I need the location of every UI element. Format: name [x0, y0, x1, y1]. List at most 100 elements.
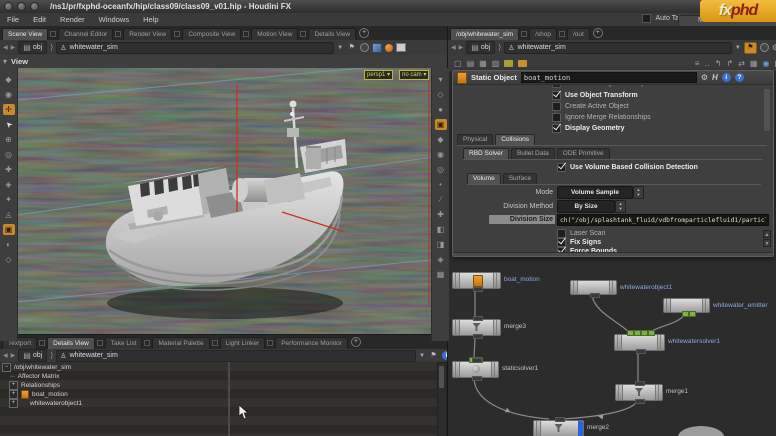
param-ignore-merge-relationships[interactable]: Ignore Merge Relationships — [552, 113, 651, 122]
display-geometry-icon[interactable] — [372, 43, 382, 53]
folder-new-icon[interactable] — [504, 60, 513, 67]
node-right-cap[interactable] — [609, 281, 616, 294]
path-dropdown-icon[interactable]: ▼ — [337, 45, 343, 51]
link-icon[interactable] — [360, 43, 369, 52]
collapse-icon[interactable]: ▾ — [435, 74, 447, 85]
grid-display-icon[interactable]: ▦ — [435, 269, 447, 280]
node-merge1[interactable]: merge1 — [615, 384, 663, 401]
tab-physical[interactable]: Physical — [457, 134, 493, 145]
node-right-cap[interactable] — [702, 299, 709, 312]
checkbox[interactable] — [552, 85, 561, 88]
houdini-logo-icon[interactable]: H — [712, 73, 718, 82]
pin-icon[interactable]: ⚑ — [346, 43, 357, 53]
window-maximize-button[interactable] — [30, 2, 39, 11]
scrollbar-thumb[interactable] — [439, 366, 444, 388]
netview-detail-icon[interactable]: ▨ — [492, 59, 500, 68]
tab-channel-editor[interactable]: Channel Editor — [58, 28, 113, 40]
tab-ode-primitive[interactable]: ODE Primitive — [557, 148, 610, 159]
path-root-chip[interactable]: ▤obj — [466, 41, 495, 54]
snap-grid-icon[interactable]: ▣ — [435, 119, 447, 130]
tab-material-palette[interactable]: Material Palette — [152, 337, 209, 349]
secure-selection-icon[interactable]: ◉ — [3, 89, 15, 100]
tab-details-view-bottom[interactable]: Details View — [47, 337, 95, 349]
handles-tool-icon[interactable]: ◬ — [3, 209, 15, 220]
tab-volume[interactable]: Volume — [467, 173, 501, 184]
param-create-active-object[interactable]: Create Active Object — [552, 102, 629, 111]
node-input-connector[interactable] — [472, 358, 482, 363]
misc-tool-icon[interactable]: ◇ — [3, 254, 15, 265]
path-node-field[interactable]: ♙ whitewater_sim — [56, 350, 416, 362]
pane-type-icon[interactable]: ▾ — [3, 57, 7, 66]
add-tab-icon[interactable]: + — [593, 28, 603, 38]
node-right-cap[interactable] — [655, 385, 662, 400]
pin-icon-active[interactable]: ⚑ — [744, 42, 757, 54]
paint-tool-icon[interactable]: ◐ — [3, 239, 15, 250]
scrollbar-thumb[interactable] — [764, 89, 770, 131]
display-wire-icon[interactable] — [396, 43, 406, 52]
pin-icon[interactable]: ⚑ — [428, 351, 439, 361]
sculpt-tool-icon[interactable]: ▣ — [3, 224, 15, 235]
nav-back-icon[interactable]: ◀ — [3, 44, 8, 51]
node-right-cap[interactable] — [493, 320, 500, 335]
node-output-connector[interactable] — [590, 293, 600, 298]
expander-icon[interactable]: + — [9, 390, 18, 399]
translate-tool-icon[interactable]: ⊕ — [3, 134, 15, 145]
display-shaded-icon[interactable] — [385, 44, 393, 52]
tab-scene-view[interactable]: Scene View — [2, 28, 48, 40]
snap-tool-icon[interactable]: ✦ — [3, 194, 15, 205]
menu-file[interactable]: File — [0, 13, 26, 26]
netview-list-icon[interactable]: ▤ — [467, 59, 475, 68]
node-input-connector[interactable] — [473, 316, 483, 321]
netview-jump-down-icon[interactable]: ↱ — [726, 59, 733, 68]
add-tab-icon[interactable]: + — [359, 28, 369, 38]
checkbox[interactable] — [557, 163, 566, 172]
folder-icon[interactable] — [518, 60, 527, 67]
details-column-divider[interactable] — [228, 362, 230, 436]
path-root-chip[interactable]: ▤obj — [18, 349, 47, 362]
netview-more-icon[interactable]: ‥ — [704, 59, 709, 68]
tab-take-list[interactable]: Take List — [105, 337, 143, 349]
display-flag[interactable] — [578, 421, 583, 436]
tab-render-view[interactable]: Render View — [123, 28, 172, 40]
node-output-connector[interactable] — [473, 334, 483, 339]
param-use-deforming-geometry[interactable]: Use Deforming Geometry — [552, 85, 644, 88]
param-use-object-transform[interactable]: Use Object Transform — [552, 91, 638, 100]
node-staticsolver1[interactable]: staticsolver1 — [452, 361, 499, 378]
mode-spinner[interactable]: ▲▼ — [633, 186, 644, 199]
node-output-connector[interactable] — [635, 399, 645, 404]
tab-bullet-data[interactable]: Bullet Data — [511, 148, 555, 159]
nav-forward-icon[interactable]: ▶ — [459, 44, 464, 51]
netview-grid-icon[interactable]: ▦ — [479, 59, 487, 68]
division-size-input[interactable] — [557, 214, 769, 226]
node-merge2[interactable]: merge2 — [533, 420, 584, 436]
tab-motion-view[interactable]: Motion View — [251, 28, 298, 40]
tab-obj-whitewater-sim[interactable]: /obj/whitewater_sim — [450, 28, 519, 40]
checkbox[interactable] — [552, 91, 561, 100]
info-icon[interactable]: i — [722, 73, 731, 82]
division-method-spinner[interactable]: ▲▼ — [615, 200, 626, 213]
parameter-header[interactable]: Static Object ⚙ H i ? — [453, 71, 773, 85]
dialog-resize-edge[interactable] — [453, 252, 773, 256]
select-tool-icon[interactable]: ➤ — [0, 116, 16, 132]
node-input-connector[interactable] — [555, 417, 565, 422]
auto-takes-checkbox[interactable] — [642, 14, 651, 23]
snap-points-icon[interactable]: ◇ — [435, 89, 447, 100]
snap-multi-icon[interactable]: ● — [435, 104, 447, 115]
scroll-up-icon[interactable]: ▲ — [763, 230, 771, 238]
tree-item-affector-matrix[interactable]: ─ Affector Matrix — [10, 372, 59, 381]
checkbox[interactable] — [552, 124, 561, 133]
viewport-3d-canvas[interactable] — [0, 68, 448, 335]
path-dropdown-icon[interactable]: ▼ — [735, 45, 741, 51]
viewport-view-menu[interactable]: View — [11, 57, 28, 66]
division-method-dropdown[interactable]: By Size — [557, 200, 615, 213]
nav-back-icon[interactable]: ◀ — [3, 352, 8, 359]
expander-icon[interactable]: − — [2, 363, 11, 372]
tab-performance-monitor[interactable]: Performance Monitor — [275, 337, 348, 349]
window-close-button[interactable] — [4, 2, 13, 11]
node-output-connector[interactable] — [472, 376, 482, 381]
snap-centers-icon[interactable]: ◉ — [435, 149, 447, 160]
tab-composite-view[interactable]: Composite View — [182, 28, 241, 40]
node-name-input[interactable] — [521, 72, 697, 83]
netview-jump-up-icon[interactable]: ↰ — [715, 59, 722, 68]
snap-circle-icon[interactable]: ◎ — [435, 164, 447, 175]
